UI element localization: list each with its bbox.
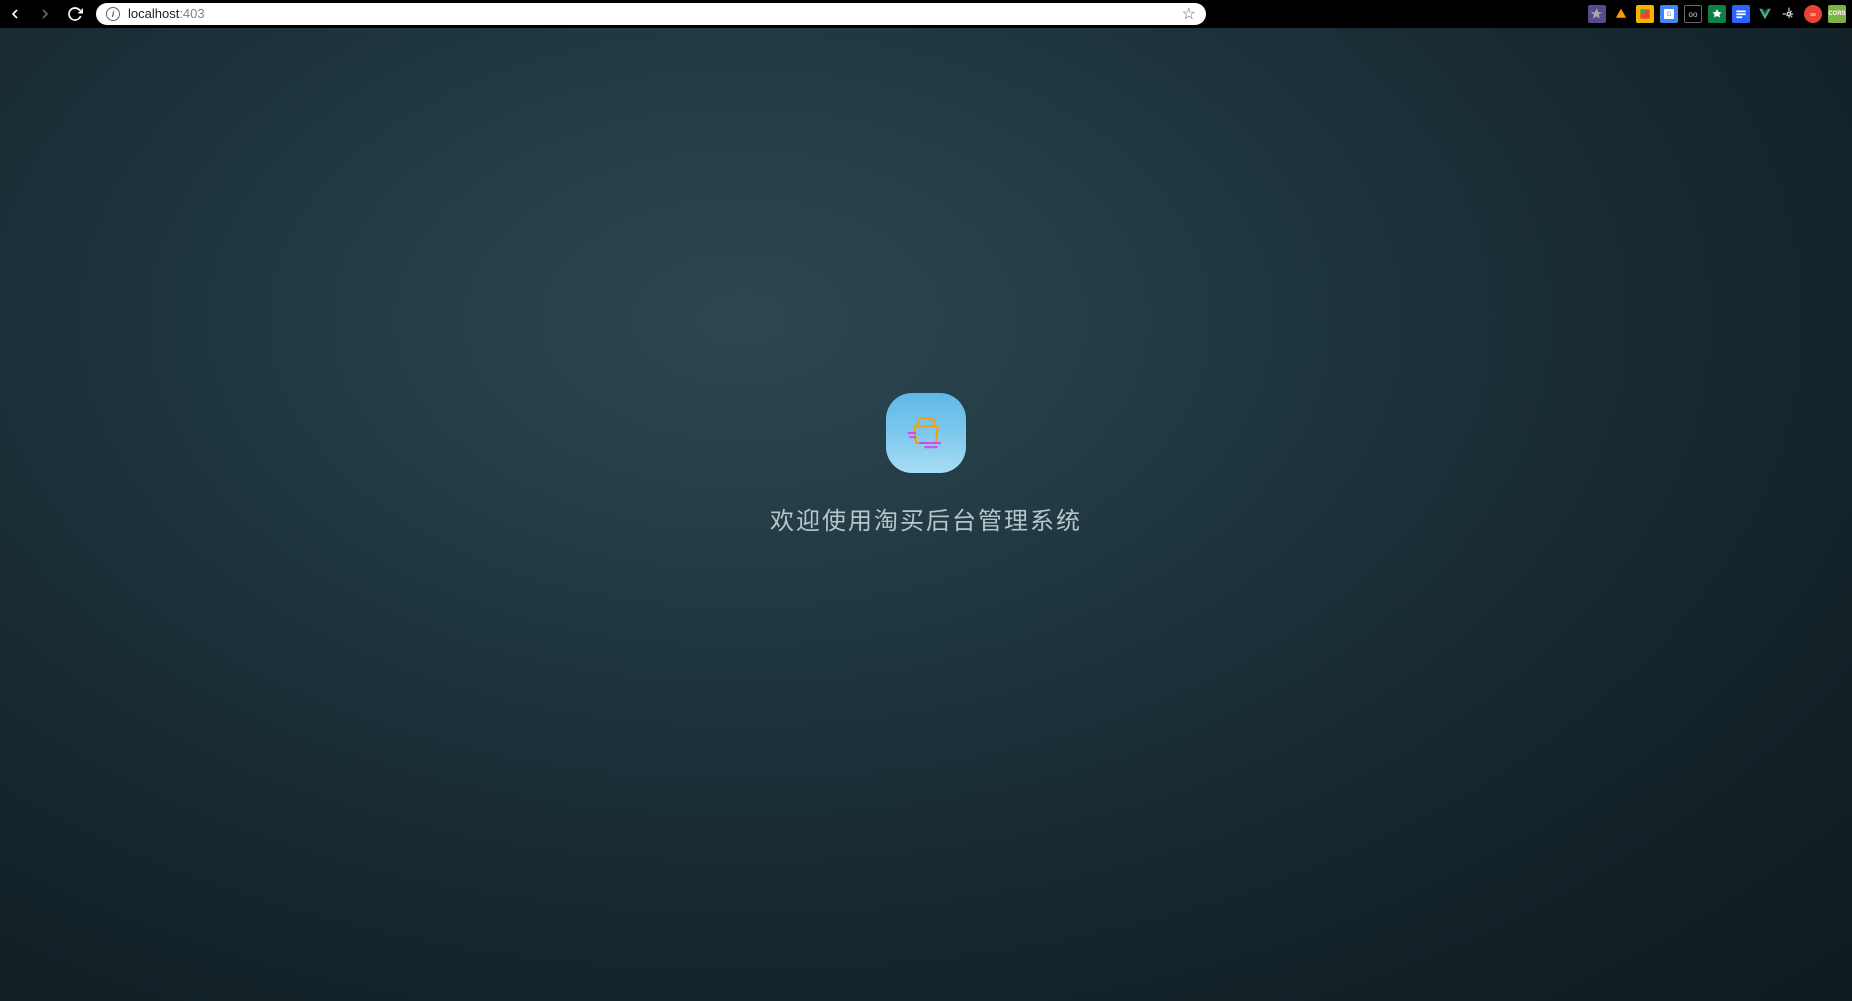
extension-icon[interactable] — [1732, 5, 1750, 23]
page-content: 欢迎使用淘买后台管理系统 — [0, 28, 1852, 1001]
shopping-bag-icon — [901, 408, 951, 458]
extension-icon[interactable] — [1636, 5, 1654, 23]
bookmark-star-icon[interactable]: ☆ — [1182, 4, 1196, 24]
back-button[interactable] — [6, 5, 24, 23]
vue-devtools-icon[interactable] — [1756, 5, 1774, 23]
forward-button[interactable] — [36, 5, 54, 23]
cors-extension-icon[interactable]: CORS — [1828, 5, 1846, 23]
app-logo — [886, 393, 966, 473]
extension-icon[interactable] — [1708, 5, 1726, 23]
extension-icon[interactable]: G — [1660, 5, 1678, 23]
address-bar[interactable]: i localhost:403 ☆ — [96, 3, 1206, 25]
extensions-bar: G oo ∞ CORS — [1588, 5, 1846, 23]
extension-icon[interactable] — [1588, 5, 1606, 23]
nav-buttons — [6, 5, 84, 23]
reload-button[interactable] — [66, 5, 84, 23]
svg-text:G: G — [1667, 12, 1672, 18]
url-host: localhost — [128, 6, 179, 21]
welcome-message: 欢迎使用淘买后台管理系统 — [770, 501, 1082, 536]
browser-toolbar: i localhost:403 ☆ G oo — [0, 0, 1852, 28]
url-text: localhost:403 — [128, 5, 205, 23]
extension-icon[interactable] — [1612, 5, 1630, 23]
extension-icon[interactable]: oo — [1684, 5, 1702, 23]
url-port: :403 — [179, 6, 204, 21]
extension-icon[interactable]: ∞ — [1804, 5, 1822, 23]
site-info-icon[interactable]: i — [106, 7, 120, 21]
extension-icon[interactable] — [1780, 5, 1798, 23]
